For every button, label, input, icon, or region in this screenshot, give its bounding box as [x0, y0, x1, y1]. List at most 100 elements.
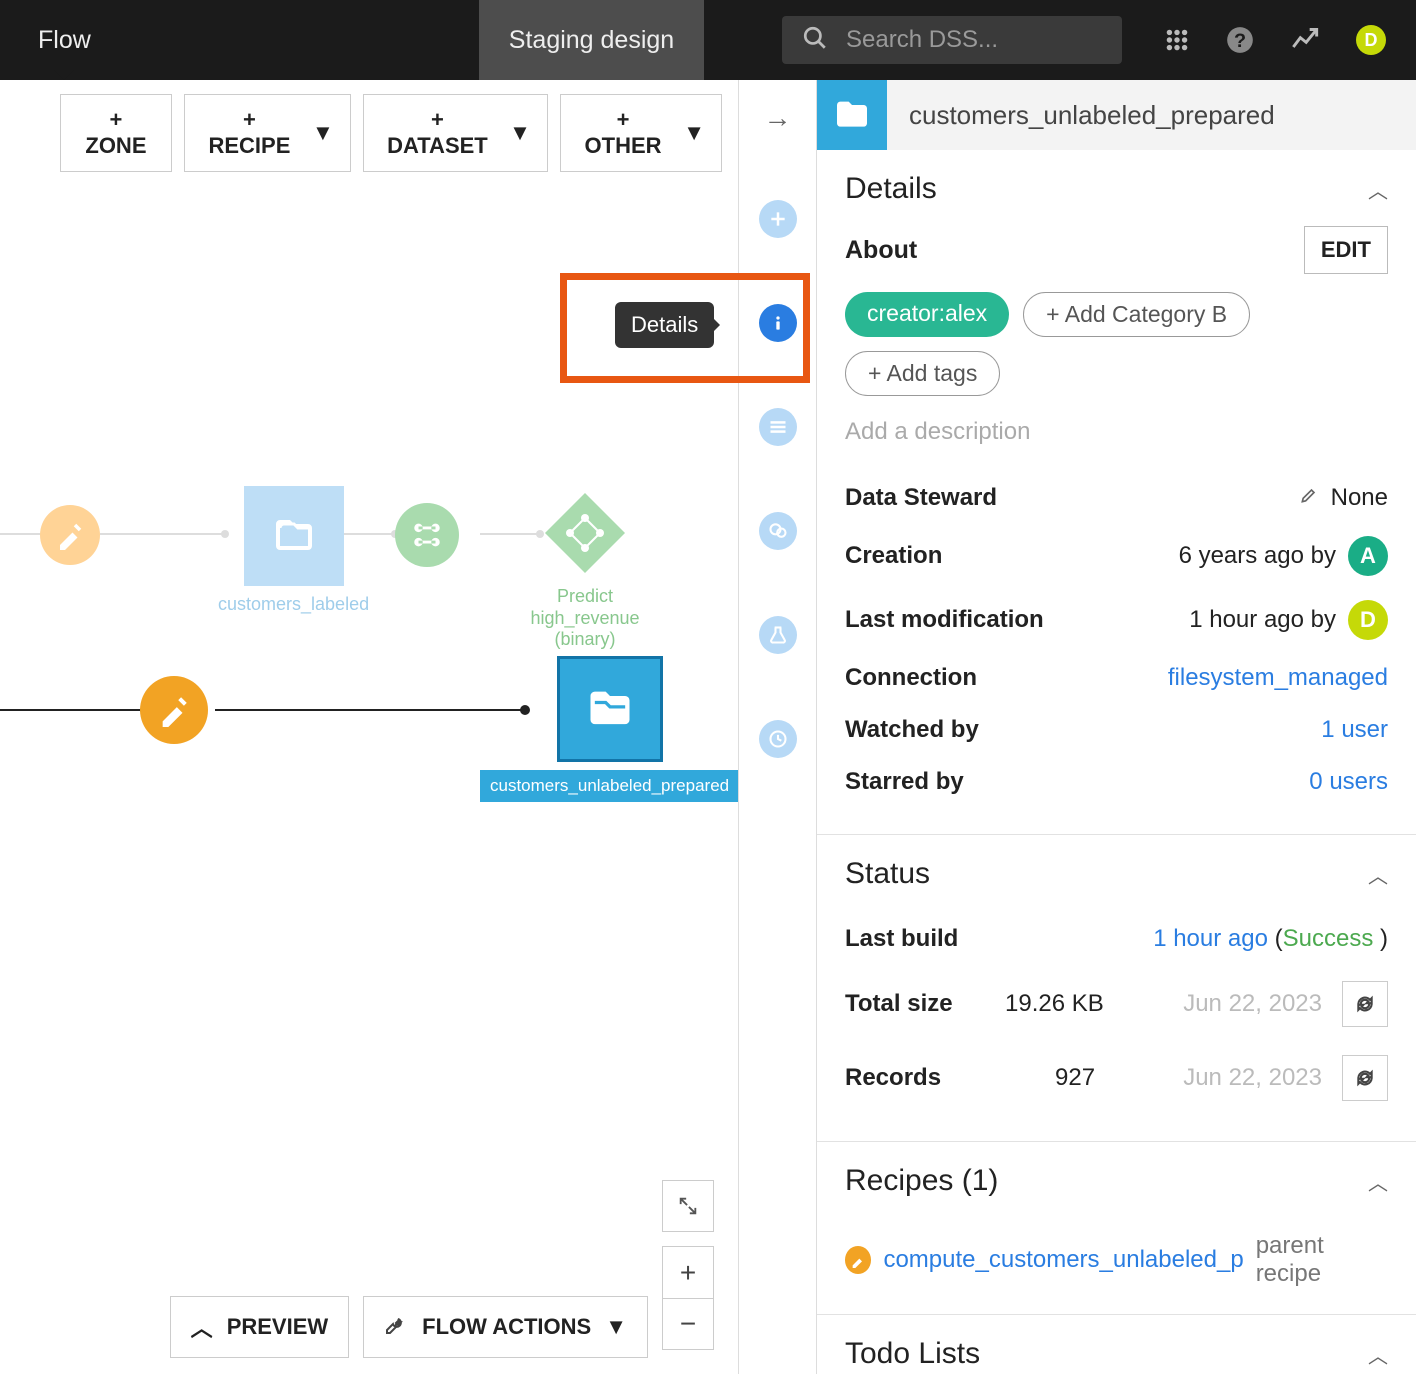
chevron-up-icon[interactable]: ︿: [1368, 175, 1388, 204]
add-category-button[interactable]: + Add Category B: [1023, 292, 1250, 337]
topbar: Flow Staging design ? D: [0, 0, 1416, 80]
add-zone-button[interactable]: + ZONE: [60, 94, 172, 172]
activity-icon[interactable]: [1290, 26, 1320, 54]
node-label: Predict high_revenue (binary): [510, 586, 660, 651]
search-input[interactable]: [846, 26, 1102, 54]
user-avatar-a[interactable]: A: [1348, 536, 1388, 576]
add-icon[interactable]: [759, 200, 797, 238]
data-steward-value[interactable]: None: [1299, 484, 1388, 512]
wrench-icon: [384, 1312, 408, 1342]
discussions-icon[interactable]: [759, 512, 797, 550]
recipes-section: Recipes (1) ︿ compute_customers_unlabele…: [817, 1142, 1416, 1315]
refresh-records-button[interactable]: [1342, 1055, 1388, 1101]
user-avatar-d[interactable]: D: [1348, 600, 1388, 640]
flow-canvas[interactable]: customers_labeled Predict high_revenue (…: [0, 186, 738, 1374]
chevron-up-icon[interactable]: ︿: [1368, 1167, 1388, 1196]
watched-label: Watched by: [845, 716, 979, 744]
starred-label: Starred by: [845, 768, 964, 796]
last-build-time[interactable]: 1 hour ago: [1153, 925, 1268, 952]
records-label: Records: [845, 1064, 995, 1092]
connection-value[interactable]: filesystem_managed: [1168, 664, 1388, 692]
dataset-icon: [817, 80, 887, 150]
node-label: customers_unlabeled_prepared: [480, 770, 738, 802]
customers-labeled-dataset[interactable]: customers_labeled: [218, 486, 369, 616]
add-other-button[interactable]: + OTHER▼: [560, 94, 722, 172]
size-label: Total size: [845, 990, 995, 1018]
topbar-icons: ? D: [1134, 0, 1416, 80]
main-area: + ZONE + RECIPE▼ + DATASET▼ + OTHER▼: [0, 80, 1416, 1374]
last-build-result: Success: [1283, 925, 1374, 952]
prepare-recipe-node[interactable]: [40, 505, 100, 565]
node-label: customers_labeled: [218, 594, 369, 616]
modification-value: 1 hour ago by D: [1189, 600, 1388, 640]
chevron-up-icon: ︿: [191, 1311, 213, 1343]
panel-header: customers_unlabeled_prepared: [817, 80, 1416, 150]
caret-down-icon: ▼: [683, 120, 705, 146]
predict-model-node[interactable]: Predict high_revenue (binary): [510, 488, 660, 651]
status-section: Status ︿ Last build 1 hour ago (Success …: [817, 835, 1416, 1142]
lab-icon[interactable]: [759, 616, 797, 654]
connection-label: Connection: [845, 664, 977, 692]
caret-down-icon: ▼: [605, 1314, 627, 1340]
action-row: + ZONE + RECIPE▼ + DATASET▼ + OTHER▼: [0, 80, 738, 186]
modification-label: Last modification: [845, 606, 1044, 634]
svg-text:?: ?: [1234, 30, 1246, 52]
section-title: Status: [845, 857, 930, 891]
caret-down-icon: ▼: [312, 120, 334, 146]
records-value: 927: [1055, 1064, 1095, 1092]
flow-tab[interactable]: Flow: [0, 0, 129, 80]
data-steward-label: Data Steward: [845, 484, 997, 512]
panel-title: customers_unlabeled_prepared: [887, 100, 1297, 131]
add-tags-button[interactable]: + Add tags: [845, 351, 1000, 396]
watched-value[interactable]: 1 user: [1321, 716, 1388, 744]
schema-icon[interactable]: [759, 408, 797, 446]
fullscreen-button[interactable]: [662, 1180, 714, 1232]
recipe-name[interactable]: compute_customers_unlabeled_p: [883, 1246, 1243, 1274]
records-date: Jun 22, 2023: [1105, 1064, 1332, 1092]
customers-unlabeled-prepared-dataset[interactable]: customers_unlabeled_prepared: [480, 656, 738, 802]
train-model-node[interactable]: [395, 503, 459, 567]
creation-value: 6 years ago by A: [1179, 536, 1388, 576]
about-label: About: [845, 236, 917, 265]
size-date: Jun 22, 2023: [1114, 990, 1332, 1018]
chevron-up-icon[interactable]: ︿: [1368, 1340, 1388, 1369]
chevron-up-icon[interactable]: ︿: [1368, 860, 1388, 889]
search-icon: [802, 25, 828, 56]
refresh-size-button[interactable]: [1342, 981, 1388, 1027]
section-title: Details: [845, 172, 937, 206]
staging-design-tab[interactable]: Staging design: [479, 0, 704, 80]
recipe-row[interactable]: compute_customers_unlabeled_p parent rec…: [845, 1218, 1388, 1288]
edit-button[interactable]: EDIT: [1304, 226, 1388, 274]
last-build-label: Last build: [845, 925, 995, 953]
apps-icon[interactable]: [1164, 27, 1190, 53]
details-panel: customers_unlabeled_prepared Details ︿ A…: [816, 80, 1416, 1374]
details-section: Details ︿ About EDIT creator:alex + Add …: [817, 150, 1416, 835]
bottom-bar: ︿ PREVIEW FLOW ACTIONS ▼: [0, 1280, 738, 1374]
collapse-panel-button[interactable]: →: [764, 102, 792, 134]
preview-button[interactable]: ︿ PREVIEW: [170, 1296, 349, 1358]
search-box[interactable]: [782, 16, 1122, 64]
recipe-type: parent recipe: [1256, 1232, 1388, 1288]
help-icon[interactable]: ?: [1226, 26, 1254, 54]
tag-row: creator:alex + Add Category B + Add tags: [845, 292, 1388, 396]
details-tooltip: Details: [615, 302, 714, 348]
details-icon[interactable]: [759, 304, 797, 342]
canvas-wrap: + ZONE + RECIPE▼ + DATASET▼ + OTHER▼: [0, 80, 738, 1374]
todo-section: Todo Lists ︿: [817, 1315, 1416, 1374]
section-title: Todo Lists: [845, 1337, 980, 1371]
side-rail: →: [738, 80, 816, 1374]
flow-actions-button[interactable]: FLOW ACTIONS ▼: [363, 1296, 648, 1358]
add-dataset-button[interactable]: + DATASET▼: [363, 94, 548, 172]
pencil-icon: [1299, 484, 1319, 512]
creator-tag[interactable]: creator:alex: [845, 292, 1009, 337]
size-value: 19.26 KB: [1005, 990, 1104, 1018]
description-input[interactable]: Add a description: [845, 418, 1388, 446]
section-title: Recipes (1): [845, 1164, 998, 1198]
prepare-recipe-active[interactable]: [140, 676, 208, 744]
history-icon[interactable]: [759, 720, 797, 758]
user-avatar[interactable]: D: [1356, 25, 1386, 55]
add-recipe-button[interactable]: + RECIPE▼: [184, 94, 351, 172]
starred-value[interactable]: 0 users: [1309, 768, 1388, 796]
recipe-icon: [845, 1246, 871, 1274]
caret-down-icon: ▼: [509, 120, 531, 146]
